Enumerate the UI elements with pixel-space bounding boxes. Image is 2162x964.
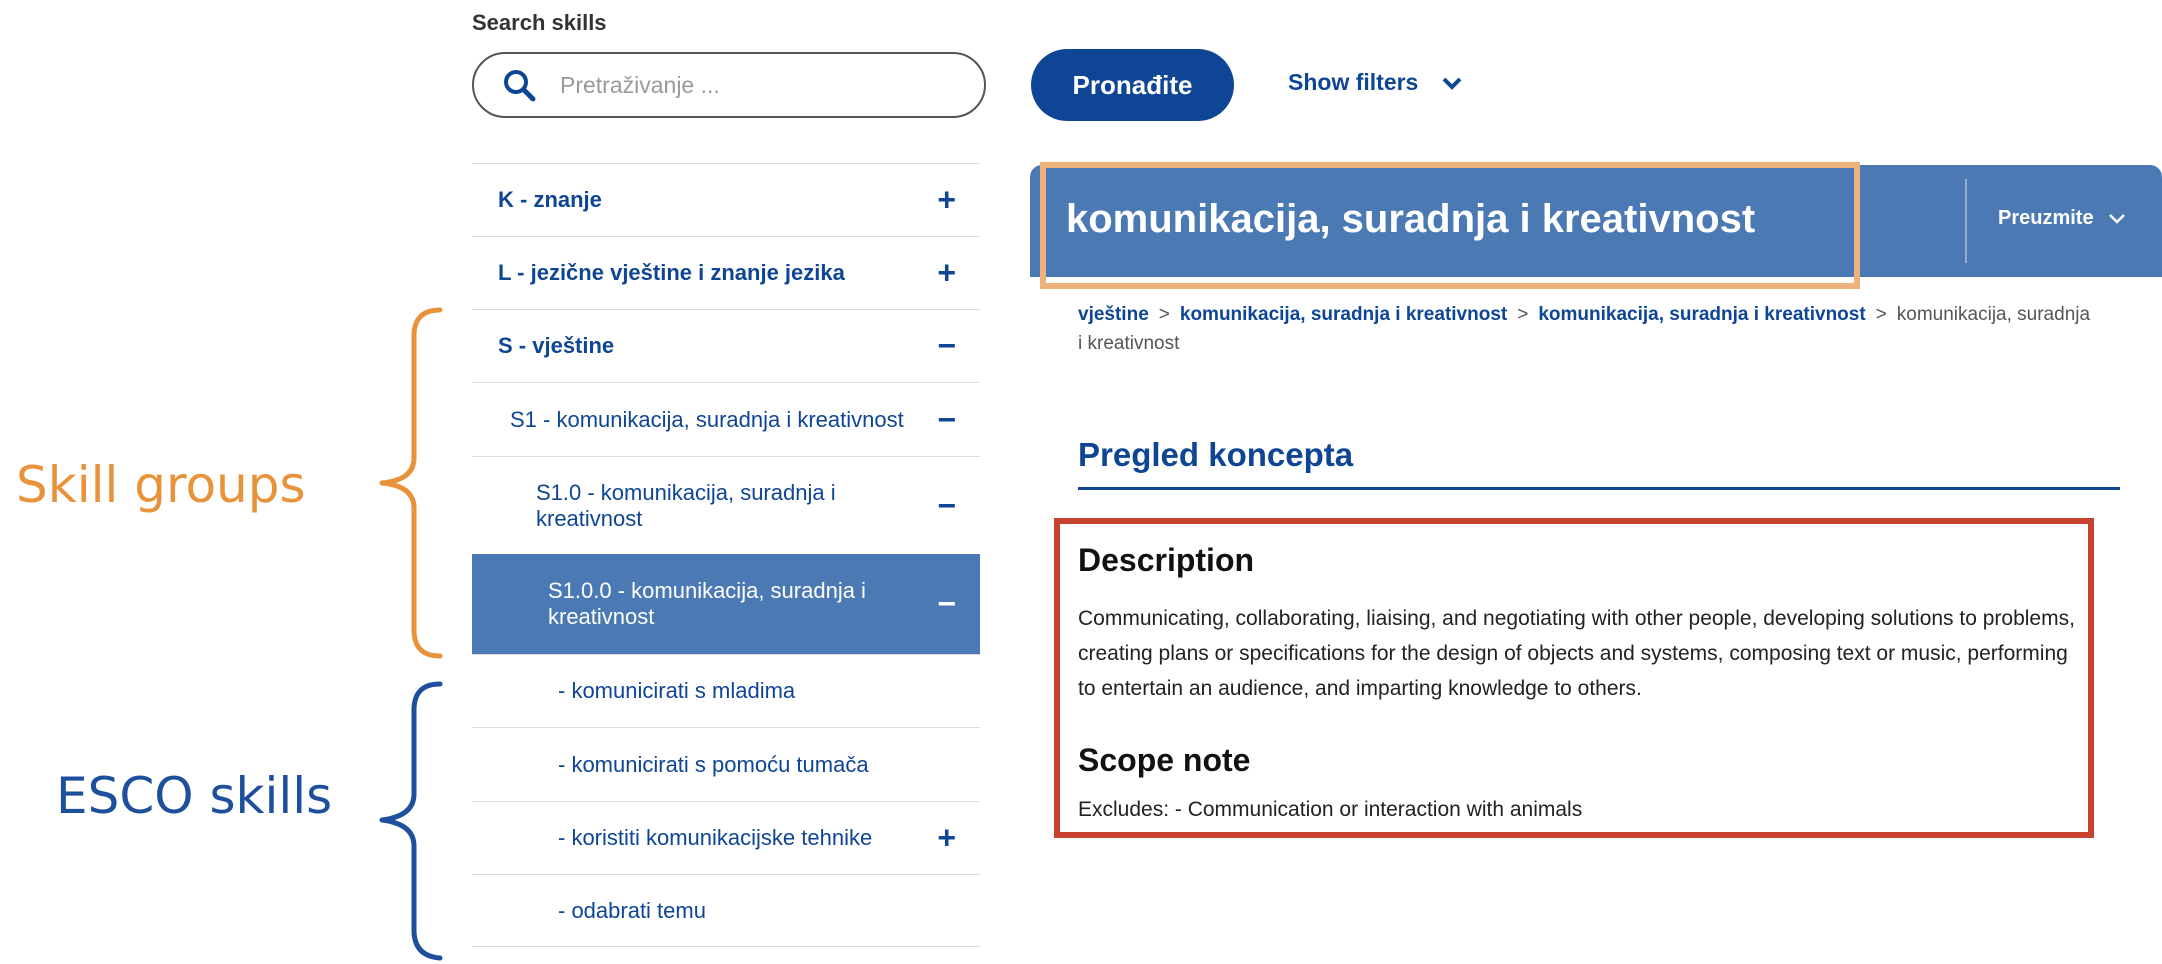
tree-item-label: - koristiti komunikacijske tehnike — [558, 825, 873, 850]
tree-item-label: S1.0.0 - komunikacija, suradnja i kreati… — [548, 578, 866, 629]
tree-item-label: S1.0 - komunikacija, suradnja i kreativn… — [536, 479, 836, 531]
description-heading: Description — [1078, 542, 1255, 578]
tree-item-s1[interactable]: S1 - komunikacija, suradnja i kreativnos… — [472, 382, 980, 456]
search-icon — [504, 70, 536, 102]
scope-note-text: Excludes: - Communication or interaction… — [1078, 798, 1583, 821]
tree-item-label: - odabrati temu — [558, 897, 706, 923]
expand-icon[interactable]: + — [937, 255, 956, 292]
breadcrumb-link[interactable]: vještine — [1078, 304, 1149, 325]
esco-skills-annotation: ESCO skills — [56, 767, 333, 825]
tree-item-label: - komunicirati s pomoću tumača — [558, 751, 869, 777]
skills-tree: K - znanje + L - jezične vještine i znan… — [472, 163, 980, 947]
search-input[interactable]: Pretraživanje ... — [472, 52, 986, 118]
collapse-icon[interactable]: − — [937, 487, 956, 524]
breadcrumb-link[interactable]: komunikacija, suradnja i kreativnost — [1180, 304, 1507, 325]
tree-item-label: - vještine — [512, 333, 615, 358]
tree-item-skill[interactable]: - komunicirati s pomoću tumača — [472, 727, 980, 801]
section-divider — [1078, 487, 2120, 490]
breadcrumb-separator-icon: > — [1517, 304, 1529, 325]
download-label: Preuzmite — [1998, 207, 2094, 229]
title-highlight-box — [1040, 162, 1860, 289]
tree-item-s[interactable]: S - vještine − — [472, 309, 980, 382]
search-heading: Search skills — [472, 10, 607, 35]
tree-item-s1-0[interactable]: S1.0 - komunikacija, suradnja i kreativn… — [472, 456, 980, 554]
tree-item-code: S — [498, 333, 513, 358]
breadcrumb-separator-icon: > — [1875, 304, 1887, 325]
esco-skills-brace — [379, 681, 443, 961]
tree-item-skill[interactable]: - odabrati temu — [472, 874, 980, 947]
tree-item-skill[interactable]: - koristiti komunikacijske tehnike + — [472, 801, 980, 874]
tree-item-skill[interactable]: - komunicirati s mladima — [472, 654, 980, 727]
section-title: Pregled koncepta — [1078, 436, 1354, 473]
show-filters-label: Show filters — [1288, 69, 1419, 95]
tree-item-label: S1 - komunikacija, suradnja i kreativnos… — [510, 406, 904, 432]
collapse-icon[interactable]: − — [937, 328, 956, 365]
tree-item-code: K — [498, 187, 514, 212]
scope-note-heading: Scope note — [1078, 742, 1251, 778]
show-filters-toggle[interactable]: Show filters — [1288, 69, 1462, 96]
expand-icon[interactable]: + — [937, 182, 956, 219]
tree-item-label: - jezične vještine i znanje jezika — [511, 260, 845, 285]
collapse-icon[interactable]: − — [937, 401, 956, 438]
tree-item-k[interactable]: K - znanje + — [472, 163, 980, 236]
tree-item-l[interactable]: L - jezične vještine i znanje jezika + — [472, 236, 980, 309]
tree-item-label: - znanje — [513, 187, 602, 212]
chevron-down-icon — [1442, 77, 1462, 90]
header-divider — [1965, 179, 1967, 263]
search-placeholder: Pretraživanje ... — [560, 71, 720, 98]
download-button[interactable]: Preuzmite — [1998, 207, 2126, 230]
tree-item-code: L — [498, 260, 512, 285]
breadcrumb: vještine > komunikacija, suradnja i kreati… — [1078, 300, 2098, 358]
skill-groups-annotation: Skill groups — [16, 456, 306, 514]
breadcrumb-link[interactable]: komunikacija, suradnja i kreativnost — [1538, 304, 1865, 325]
expand-icon[interactable]: + — [937, 820, 956, 857]
description-text: Communicating, collaborating, liaising, … — [1078, 607, 2075, 700]
skill-groups-brace — [379, 307, 443, 659]
tree-item-label: - komunicirati s mladima — [558, 678, 796, 703]
collapse-icon[interactable]: − — [937, 586, 956, 623]
find-button[interactable]: Pronađite — [1031, 49, 1234, 121]
tree-item-s1-0-0[interactable]: S1.0.0 - komunikacija, suradnja i kreati… — [472, 554, 980, 654]
breadcrumb-separator-icon: > — [1158, 304, 1170, 325]
chevron-down-icon — [2108, 213, 2125, 224]
